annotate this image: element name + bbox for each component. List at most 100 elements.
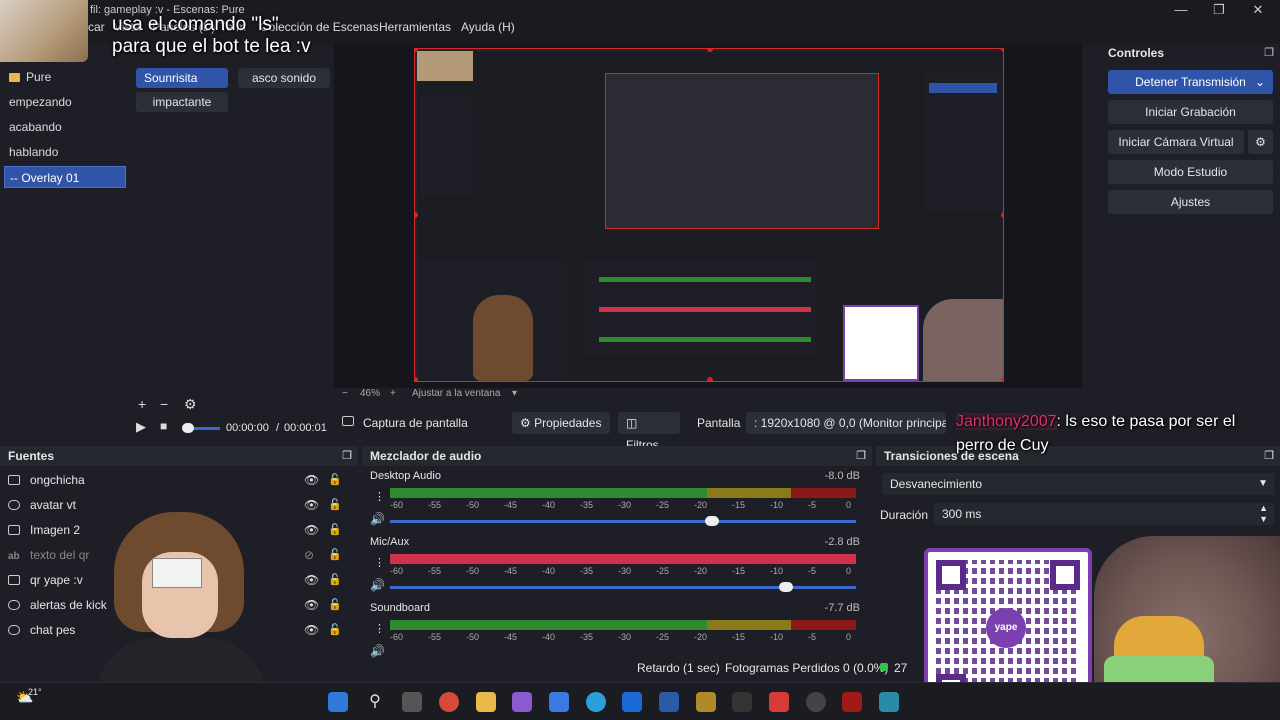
app-icon[interactable] bbox=[842, 692, 862, 712]
app-icon[interactable] bbox=[696, 692, 716, 712]
eye-icon[interactable]: 👁 bbox=[304, 518, 319, 543]
eye-icon[interactable]: 👁 bbox=[304, 468, 319, 493]
lock-icon[interactable]: 🔓 bbox=[328, 518, 342, 543]
maximize-button[interactable]: ❐ bbox=[1204, 2, 1234, 20]
dropbox-icon[interactable] bbox=[622, 692, 642, 712]
resize-handle[interactable] bbox=[707, 377, 713, 381]
stop-icon[interactable]: ■ bbox=[160, 419, 167, 433]
source-item-ongchicha[interactable]: ongchicha 👁 🔓 bbox=[8, 468, 342, 493]
scenes-list: Pure empezando acabando hablando -- Over… bbox=[0, 66, 128, 426]
eye-icon[interactable]: 👁 bbox=[304, 568, 319, 593]
status-cpu: 27 bbox=[894, 661, 908, 675]
seek-bar[interactable] bbox=[182, 423, 220, 433]
eye-icon[interactable]: 👁 bbox=[304, 493, 319, 518]
chrome-icon[interactable] bbox=[439, 692, 459, 712]
kebab-menu-icon[interactable]: ⋮ bbox=[374, 556, 385, 569]
start-recording-button[interactable]: Iniciar Grabación bbox=[1108, 100, 1273, 124]
nested-preview bbox=[605, 73, 879, 229]
lock-icon[interactable]: 🔓 bbox=[328, 568, 342, 593]
stop-stream-button[interactable]: Detener Transmisión ⌄ bbox=[1108, 70, 1273, 94]
screen-select[interactable]: : 1920x1080 @ 0,0 (Monitor principal) bbox=[746, 412, 946, 434]
chevron-down-icon[interactable]: ⌄ bbox=[1255, 70, 1265, 94]
dock-float-icon[interactable]: ❐ bbox=[1264, 46, 1274, 59]
resize-handle[interactable] bbox=[1001, 212, 1003, 218]
remove-icon[interactable]: − bbox=[160, 396, 168, 412]
scale-tick: -25 bbox=[656, 632, 670, 642]
scene-item-overlay-01[interactable]: -- Overlay 01 bbox=[4, 166, 126, 188]
seek-knob[interactable] bbox=[182, 423, 194, 433]
kebab-menu-icon[interactable]: ⋮ bbox=[374, 622, 385, 635]
stepper-icon[interactable]: ▲ ▼ bbox=[1259, 503, 1268, 525]
source-label: texto del qr bbox=[30, 548, 90, 562]
start-icon[interactable] bbox=[328, 692, 348, 712]
play-icon[interactable]: ▶ bbox=[136, 419, 146, 435]
fader-knob[interactable] bbox=[704, 516, 719, 526]
scene-item-hablando[interactable]: hablando bbox=[4, 141, 126, 163]
weather-temp: 21° bbox=[28, 687, 42, 697]
zoom-in-icon[interactable]: + bbox=[390, 388, 396, 399]
app-icon[interactable] bbox=[879, 692, 899, 712]
scene-button-impactante[interactable]: impactante bbox=[136, 92, 228, 112]
chevron-down-icon[interactable]: ▾ bbox=[512, 388, 517, 399]
gear-icon[interactable]: ⚙ bbox=[184, 396, 197, 413]
menu-help[interactable]: Ayuda (H) bbox=[461, 20, 515, 34]
folder-icon bbox=[9, 73, 20, 82]
app-icon[interactable] bbox=[659, 692, 679, 712]
zoom-out-icon[interactable]: − bbox=[342, 388, 348, 399]
search-icon[interactable]: ⚲ bbox=[365, 692, 385, 712]
scene-button-asco[interactable]: asco sonido bbox=[238, 68, 330, 88]
edge-icon[interactable] bbox=[586, 692, 606, 712]
eye-hidden-icon[interactable]: ⊘ bbox=[304, 543, 314, 568]
resize-handle[interactable] bbox=[1001, 49, 1003, 52]
speaker-icon[interactable]: 🔊 bbox=[370, 512, 385, 526]
volume-fader[interactable] bbox=[390, 582, 856, 592]
store-icon[interactable] bbox=[549, 692, 569, 712]
avatar-mask bbox=[152, 558, 202, 588]
task-view-icon[interactable] bbox=[402, 692, 422, 712]
file-explorer-icon[interactable] bbox=[476, 692, 496, 712]
text-icon: ab bbox=[8, 551, 20, 562]
resize-handle[interactable] bbox=[1001, 377, 1003, 381]
scene-item-acabando[interactable]: acabando bbox=[4, 116, 126, 138]
scene-item-pure[interactable]: Pure bbox=[4, 66, 126, 88]
mixer-panel: Desktop Audio -8.0 dB ⋮ -60 -55 -50 -45 -40-… bbox=[362, 466, 872, 658]
preview-canvas[interactable] bbox=[414, 48, 1004, 382]
lock-icon[interactable]: 🔓 bbox=[328, 543, 342, 568]
kebab-menu-icon[interactable]: ⋮ bbox=[374, 490, 385, 503]
scale-tick: -35 bbox=[580, 566, 594, 576]
eye-icon[interactable]: 👁 bbox=[304, 593, 319, 618]
transition-select[interactable]: Desvanecimiento ▼ bbox=[882, 473, 1274, 495]
app-icon[interactable] bbox=[732, 692, 752, 712]
virtual-cam-settings-button[interactable]: ⚙ bbox=[1248, 130, 1273, 154]
studio-mode-button[interactable]: Modo Estudio bbox=[1108, 160, 1273, 184]
menu-tools[interactable]: Herramientas bbox=[379, 20, 451, 34]
close-button[interactable]: ✕ bbox=[1243, 2, 1273, 20]
lock-icon[interactable]: 🔓 bbox=[328, 468, 342, 493]
resize-handle[interactable] bbox=[415, 377, 418, 381]
fader-knob[interactable] bbox=[779, 582, 794, 592]
start-virtual-cam-button[interactable]: Iniciar Cámara Virtual bbox=[1108, 130, 1244, 154]
lock-icon[interactable]: 🔓 bbox=[328, 618, 342, 643]
scene-item-empezando[interactable]: empezando bbox=[4, 91, 126, 113]
volume-fader[interactable] bbox=[390, 516, 856, 526]
lock-icon[interactable]: 🔓 bbox=[328, 493, 342, 518]
filters-button[interactable]: ◫ Filtros bbox=[618, 412, 680, 452]
add-icon[interactable]: + bbox=[138, 396, 146, 412]
obs-icon[interactable] bbox=[806, 692, 826, 712]
settings-button[interactable]: Ajustes bbox=[1108, 190, 1273, 214]
zoom-value: 46% bbox=[360, 388, 381, 399]
speaker-icon[interactable]: 🔊 bbox=[370, 578, 385, 592]
zoom-fit-select[interactable]: Ajustar a la ventana bbox=[412, 388, 500, 399]
menu-item[interactable]: car bbox=[88, 20, 105, 34]
dock-float-icon[interactable]: ❐ bbox=[342, 446, 352, 466]
minimize-button[interactable]: — bbox=[1166, 2, 1196, 20]
volume-meter bbox=[390, 488, 856, 498]
app-icon[interactable] bbox=[769, 692, 789, 712]
lock-icon[interactable]: 🔓 bbox=[328, 593, 342, 618]
eye-icon[interactable]: 👁 bbox=[304, 618, 319, 643]
properties-button[interactable]: ⚙ Propiedades bbox=[512, 412, 610, 434]
dock-float-icon[interactable]: ❐ bbox=[856, 446, 866, 466]
copilot-icon[interactable] bbox=[512, 692, 532, 712]
duration-input[interactable]: 300 ms ▲ ▼ bbox=[934, 503, 1274, 525]
scene-button-sonrisita[interactable]: Sounrisita chi... bbox=[136, 68, 228, 105]
